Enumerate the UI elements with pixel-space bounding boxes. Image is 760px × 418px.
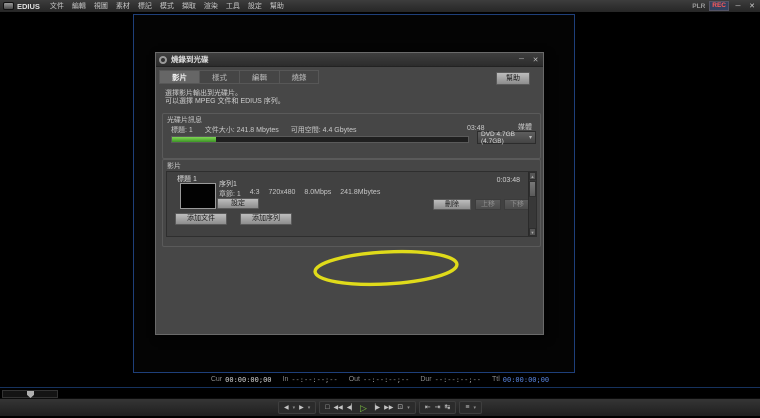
sequence-size: 241.8Mbytes bbox=[340, 189, 381, 196]
sequence-thumbnail bbox=[180, 183, 216, 209]
sequence-name: 序列1 bbox=[219, 181, 237, 188]
menu-mode[interactable]: 模式 bbox=[160, 1, 174, 11]
timecode-dur: Dur --:--:--;-- bbox=[420, 376, 481, 384]
menu-render[interactable]: 渲染 bbox=[204, 1, 218, 11]
shuttle-handle[interactable] bbox=[27, 391, 34, 398]
move-down-button[interactable]: 下移 bbox=[504, 199, 530, 210]
transport-menu-button[interactable]: ≡ bbox=[465, 403, 469, 413]
extra-controls-group: ≡ ▾ bbox=[459, 401, 482, 414]
timecode-strip: Cur 00:00:00;00 In --:--:--;-- Out --:--… bbox=[0, 374, 760, 386]
dialog-titlebar[interactable]: 燒錄到光碟 ─ ✕ bbox=[156, 53, 543, 67]
edius-application-window: EDIUS 文件 編輯 視圖 素材 標記 模式 擷取 渲染 工具 設定 幫助 P… bbox=[0, 0, 760, 418]
transport-bar: ◀ ▾ ▶ ▾ □ ◀◀ ◀▏ ▷ ▕▶ ▶▶ ⊡ ▾ ⇤ ⇥ ↹ ≡ ▾ bbox=[0, 398, 760, 416]
stop-button[interactable]: □ bbox=[325, 403, 329, 413]
chevron-down-icon: ▾ bbox=[528, 135, 532, 141]
dialog-title: 燒錄到光碟 bbox=[171, 55, 209, 64]
menu-marker[interactable]: 標記 bbox=[138, 1, 152, 11]
shuttle-slider[interactable] bbox=[2, 390, 58, 398]
menu-bar: EDIUS 文件 編輯 視圖 素材 標記 模式 擷取 渲染 工具 設定 幫助 P… bbox=[0, 0, 760, 12]
sequence-duration: 0:03:48 bbox=[496, 177, 520, 184]
timecode-out: Out --:--:--;-- bbox=[348, 376, 410, 384]
highlight-ellipse-annotation bbox=[313, 249, 459, 287]
menu-edit[interactable]: 編輯 bbox=[72, 1, 86, 11]
set-out-point-button[interactable]: ▶ bbox=[299, 403, 304, 413]
dialog-close-button[interactable]: ✕ bbox=[531, 56, 540, 64]
description-line-1: 選擇影片輸出到光碟片。 bbox=[165, 90, 242, 97]
menu-clip[interactable]: 素材 bbox=[116, 1, 130, 11]
scroll-up-icon[interactable]: ▲ bbox=[529, 172, 536, 180]
add-sequence-button[interactable]: 添加序列 bbox=[240, 213, 292, 225]
tab-style[interactable]: 樣式 bbox=[199, 70, 239, 84]
yellow-ellipse bbox=[313, 249, 459, 287]
delete-button[interactable]: 刪除 bbox=[433, 199, 471, 210]
playback-buttons-group: □ ◀◀ ◀▏ ▷ ▕▶ ▶▶ ⊡ ▾ bbox=[319, 401, 416, 414]
set-out-dropdown-icon[interactable]: ▾ bbox=[308, 405, 311, 411]
sequence-bitrate: 8.0Mbps bbox=[304, 189, 332, 196]
movie-list-panel: 標題 1 序列1 章節: 1 4:3 720x480 8.0Mbps 241.8… bbox=[166, 171, 537, 237]
menu-capture[interactable]: 擷取 bbox=[182, 1, 196, 11]
transport-menu-dropdown-icon[interactable]: ▾ bbox=[473, 405, 476, 411]
disc-info-row: 標題: 1 文件大小: 241.8 Mbytes 可用空間: 4.4 Gbyte… bbox=[171, 125, 356, 135]
disc-capacity-bar bbox=[171, 136, 469, 143]
display-output-button[interactable]: ⊡ bbox=[397, 403, 403, 413]
menu-settings[interactable]: 設定 bbox=[248, 1, 262, 11]
panel-separator-line bbox=[0, 387, 760, 388]
burn-to-disc-dialog: 燒錄到光碟 ─ ✕ 影片 樣式 編輯 燒錄 幫助 選擇影片輸出到光碟片。 可以選… bbox=[155, 52, 544, 335]
dialog-description: 選擇影片輸出到光碟片。 可以選擇 MPEG 文件和 EDIUS 序列。 bbox=[165, 90, 285, 106]
scroll-down-icon[interactable]: ▼ bbox=[529, 228, 536, 236]
movie-section-title: 影片 bbox=[167, 163, 181, 170]
timecode-in: In --:--:--;-- bbox=[282, 376, 338, 384]
set-in-point-button[interactable]: ◀ bbox=[284, 403, 289, 413]
mark-buttons-group: ◀ ▾ ▶ ▾ bbox=[278, 401, 317, 414]
movie-list-scrollbar[interactable]: ▲ ▼ bbox=[528, 172, 536, 236]
disc-icon bbox=[159, 55, 167, 64]
timecode-ttl: Ttl 00:00:00;00 bbox=[492, 376, 550, 384]
goto-in-point-button[interactable]: ⇤ bbox=[425, 403, 431, 413]
disc-title-count: 標題: 1 bbox=[171, 127, 193, 134]
move-up-button[interactable]: 上移 bbox=[475, 199, 501, 210]
menu-tools[interactable]: 工具 bbox=[226, 1, 240, 11]
sequence-resolution: 720x480 bbox=[268, 189, 296, 196]
dialog-tabs: 影片 樣式 編輯 燒錄 bbox=[159, 70, 319, 84]
previous-frame-button[interactable]: ◀▏ bbox=[347, 403, 356, 413]
menu-view[interactable]: 視圖 bbox=[94, 1, 108, 11]
disc-info-group: 光碟片訊息 標題: 1 文件大小: 241.8 Mbytes 可用空間: 4.4… bbox=[162, 113, 541, 159]
media-dropdown-value: DVD 4.7GB (4.7GB) bbox=[481, 130, 515, 145]
set-in-dropdown-icon[interactable]: ▾ bbox=[293, 405, 296, 411]
menu-file[interactable]: 文件 bbox=[50, 1, 64, 11]
disc-file-size: 文件大小: 241.8 Mbytes bbox=[204, 127, 279, 134]
rewind-button[interactable]: ◀◀ bbox=[334, 403, 343, 413]
dialog-minimize-button[interactable]: ─ bbox=[517, 56, 526, 64]
disc-capacity-fill bbox=[172, 137, 217, 142]
disc-free-space: 可用空間: 4.4 Gbytes bbox=[290, 127, 357, 134]
scrollbar-thumb[interactable] bbox=[529, 181, 536, 197]
edius-logo-icon bbox=[3, 2, 14, 10]
description-line-2: 可以選擇 MPEG 文件和 EDIUS 序列。 bbox=[165, 98, 285, 105]
menu-help[interactable]: 幫助 bbox=[270, 1, 284, 11]
player-mode-button[interactable]: PLR bbox=[692, 3, 705, 10]
settings-button[interactable]: 設定 bbox=[217, 198, 259, 209]
app-name: EDIUS bbox=[17, 1, 40, 11]
display-dropdown-icon[interactable]: ▾ bbox=[407, 405, 410, 411]
add-file-button[interactable]: 添加文件 bbox=[175, 213, 227, 225]
tab-write[interactable]: 燒錄 bbox=[279, 70, 319, 84]
goto-out-point-button[interactable]: ⇥ bbox=[435, 403, 441, 413]
media-dropdown[interactable]: DVD 4.7GB (4.7GB) ▾ bbox=[477, 130, 536, 145]
play-button[interactable]: ▷ bbox=[360, 403, 367, 413]
fast-forward-button[interactable]: ▶▶ bbox=[384, 403, 393, 413]
jump-buttons-group: ⇤ ⇥ ↹ bbox=[418, 401, 457, 414]
tab-movie[interactable]: 影片 bbox=[159, 70, 199, 84]
window-minimize-button[interactable]: ─ bbox=[733, 3, 743, 10]
help-button[interactable]: 幫助 bbox=[496, 72, 530, 85]
disc-info-section-title: 光碟片訊息 bbox=[167, 117, 202, 124]
movie-group: 影片 標題 1 序列1 章節: 1 4:3 720x480 8.0Mbps 24… bbox=[162, 159, 541, 247]
tab-edit[interactable]: 編輯 bbox=[239, 70, 279, 84]
next-frame-button[interactable]: ▕▶ bbox=[371, 403, 380, 413]
loop-playback-button[interactable]: ↹ bbox=[445, 403, 451, 413]
window-close-button[interactable]: ✕ bbox=[747, 2, 757, 10]
timecode-cur: Cur 00:00:00;00 bbox=[210, 376, 272, 384]
recorder-mode-button[interactable]: REC bbox=[709, 1, 729, 11]
